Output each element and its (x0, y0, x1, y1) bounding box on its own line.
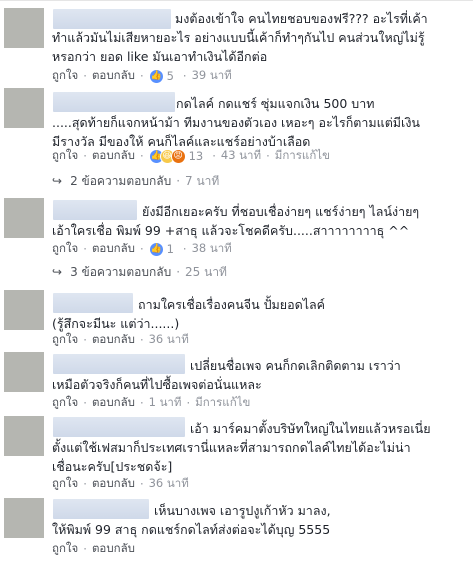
top-divider (0, 0, 473, 1)
comment-item: มงต้องเข้าใจ คนไทยชอบของฟรี??? อะไรที่เค… (0, 4, 473, 94)
comment-line: .....สุดท้ายก็แจกหน้าม้า ทีมงานของตัวเอง… (52, 115, 420, 130)
comment-text: มงต้องเข้าใจ คนไทยชอบของฟรี??? อะไรที่เค… (52, 9, 467, 66)
like-reaction-icon: 👍 (148, 241, 164, 257)
reply-link[interactable]: ตอบกลับ (92, 67, 135, 85)
comment-line: เห็นบางเพจ เอารูปงูเก้าหัว มาลง, (154, 503, 331, 518)
like-link[interactable]: ถูกใจ (52, 540, 78, 558)
like-link[interactable]: ถูกใจ (52, 394, 78, 412)
comment-text: เปลี่ยนชื่อเพจ คนก็กดเลิกติดตาม เราว่า เ… (52, 356, 467, 394)
comment-line: เหมือตัวจริงก็คนที่ไปซื้อเพจต่อนั่นแหละ (52, 377, 262, 392)
like-link[interactable]: ถูกใจ (52, 67, 78, 85)
comment-actions: ถูกใจ · ตอบกลับ · 36 นาที (52, 475, 189, 493)
like-link[interactable]: ถูกใจ (52, 331, 78, 349)
comment-text: ยังมีอีกเยอะครับ ที่ชอบเชื่อง่ายๆ แชร์ง่… (52, 202, 467, 240)
reply-link[interactable]: ตอบกลับ (92, 540, 135, 558)
comment-actions: ถูกใจ · ตอบกลับ · 👍 😆 😡 13 · 43 นาที · ม… (52, 148, 330, 164)
edited-label[interactable]: มีการแก้ไข (195, 394, 250, 412)
like-reaction-icon: 👍 (148, 68, 164, 84)
reaction-summary[interactable]: 👍 5 (148, 68, 174, 84)
comment-item: กดไลค์ กดแชร์ ซุ่มแจกเงิน 500 บาท .....ส… (0, 84, 473, 194)
reply-link[interactable]: ตอบกลับ (92, 331, 135, 349)
like-link[interactable]: ถูกใจ (52, 240, 78, 258)
comment-text: เห็นบางเพจ เอารูปงูเก้าหัว มาลง, ให้พิมพ… (52, 501, 467, 539)
reply-link[interactable]: ตอบกลับ (92, 240, 135, 258)
reply-arrow-icon: ↪ (52, 174, 63, 188)
reaction-summary[interactable]: 👍 1 (148, 241, 174, 257)
comment-text: เอ้า มาร์คมาตั้งบริษัทใหญ่ในไทยแล้วหรอเน… (52, 419, 467, 476)
avatar[interactable] (4, 8, 44, 48)
comment-item: ถามใครเชื่อเรื่องคนจีน ปั้มยอดไลค์ (รู้ส… (0, 286, 473, 348)
comment-actions: ถูกใจ · ตอบกลับ · 36 นาที (52, 331, 189, 349)
comment-line: หรอกว่า ยอด like มันเอาทำเงินได้อีกต่อ (52, 49, 268, 64)
comment-actions: ถูกใจ · ตอบกลับ (52, 540, 135, 558)
replies-time: 25 นาที (185, 264, 227, 279)
reaction-count: 13 (188, 149, 204, 163)
reaction-summary[interactable]: 👍 😆 😡 13 (148, 148, 204, 164)
comment-line: ให้พิมพ์ 99 สาธุ กดแชร์กดไลท์ส่งต่อจะได้… (52, 522, 331, 537)
view-replies-link[interactable]: ↪ 2 ข้อความตอบกลับ · 7 นาที (52, 173, 219, 189)
replies-count: 3 ข้อความตอบกลับ (70, 264, 172, 279)
comment-text: กดไลค์ กดแชร์ ซุ่มแจกเงิน 500 บาท .....ส… (52, 94, 467, 151)
comment-line: เอ้า มาร์คมาตั้งบริษัทใหญ่ในไทยแล้วหรอเน… (190, 421, 431, 436)
comment-line: ตั้งแต่ใช้เฟสมาก็ประเทศเรานี่แหละที่สามา… (52, 440, 411, 455)
comment-item: ยังมีอีกเยอะครับ ที่ชอบเชื่อง่ายๆ แชร์ง่… (0, 194, 473, 286)
comment-line: ยังมีอีกเยอะครับ ที่ชอบเชื่อง่ายๆ แชร์ง่… (142, 204, 420, 219)
comment-line: ถามใครเชื่อเรื่องคนจีน ปั้มยอดไลค์ (138, 297, 326, 312)
avatar[interactable] (4, 290, 44, 330)
like-link[interactable]: ถูกใจ (52, 147, 78, 165)
replies-count: 2 ข้อความตอบกลับ (70, 173, 172, 188)
comment-item: เห็นบางเพจ เอารูปงูเก้าหัว มาลง, ให้พิมพ… (0, 494, 473, 563)
comment-line: กดไลค์ กดแชร์ ซุ่มแจกเงิน 500 บาท (176, 96, 375, 111)
comment-time[interactable]: 43 นาที (221, 147, 261, 165)
reply-link[interactable]: ตอบกลับ (92, 394, 135, 412)
avatar[interactable] (4, 352, 44, 392)
comment-line: เชื่อนะครับ[ประชดจ้ะ] (52, 459, 173, 474)
comment-actions: ถูกใจ · ตอบกลับ · 👍 1 · 38 นาที (52, 241, 232, 257)
comment-time[interactable]: 38 นาที (192, 240, 232, 258)
replies-time: 7 นาที (185, 173, 220, 188)
comment-time[interactable]: 36 นาที (149, 331, 189, 349)
comment-line: ทำแล้วมันไม่เสียหายอะไร อย่างแบบนี้เค้าก… (52, 30, 425, 45)
comment-text: ถามใครเชื่อเรื่องคนจีน ปั้มยอดไลค์ (รู้ส… (52, 295, 467, 333)
comment-item: เอ้า มาร์คมาตั้งบริษัทใหญ่ในไทยแล้วหรอเน… (0, 412, 473, 492)
comment-time[interactable]: 1 นาที (149, 394, 182, 412)
reaction-count: 1 (166, 242, 174, 256)
comment-time[interactable]: 36 นาที (149, 475, 189, 493)
comment-line: เอ้าใครเชื่อ พิมพ์ 99 +สาธุ แล้วจะโชคดีค… (52, 223, 410, 238)
view-replies-link[interactable]: ↪ 3 ข้อความตอบกลับ · 25 นาที (52, 264, 227, 280)
comment-item: เปลี่ยนชื่อเพจ คนก็กดเลิกติดตาม เราว่า เ… (0, 348, 473, 410)
comment-line: เปลี่ยนชื่อเพจ คนก็กดเลิกติดตาม เราว่า (190, 358, 401, 373)
comment-time[interactable]: 39 นาที (192, 67, 232, 85)
comment-actions: ถูกใจ · ตอบกลับ · 👍 5 · 39 นาที (52, 68, 232, 84)
angry-reaction-icon: 😡 (170, 148, 186, 164)
avatar[interactable] (4, 416, 44, 456)
edited-label[interactable]: มีการแก้ไข (275, 147, 330, 165)
reply-link[interactable]: ตอบกลับ (92, 147, 135, 165)
comment-line: มงต้องเข้าใจ คนไทยชอบของฟรี??? อะไรที่เค… (175, 11, 428, 26)
reply-arrow-icon: ↪ (52, 265, 63, 279)
avatar[interactable] (4, 498, 44, 538)
avatar[interactable] (4, 88, 44, 128)
like-link[interactable]: ถูกใจ (52, 475, 78, 493)
reply-link[interactable]: ตอบกลับ (92, 475, 135, 493)
reaction-count: 5 (166, 69, 174, 83)
avatar[interactable] (4, 198, 44, 238)
comment-actions: ถูกใจ · ตอบกลับ · 1 นาที · มีการแก้ไข (52, 394, 251, 412)
